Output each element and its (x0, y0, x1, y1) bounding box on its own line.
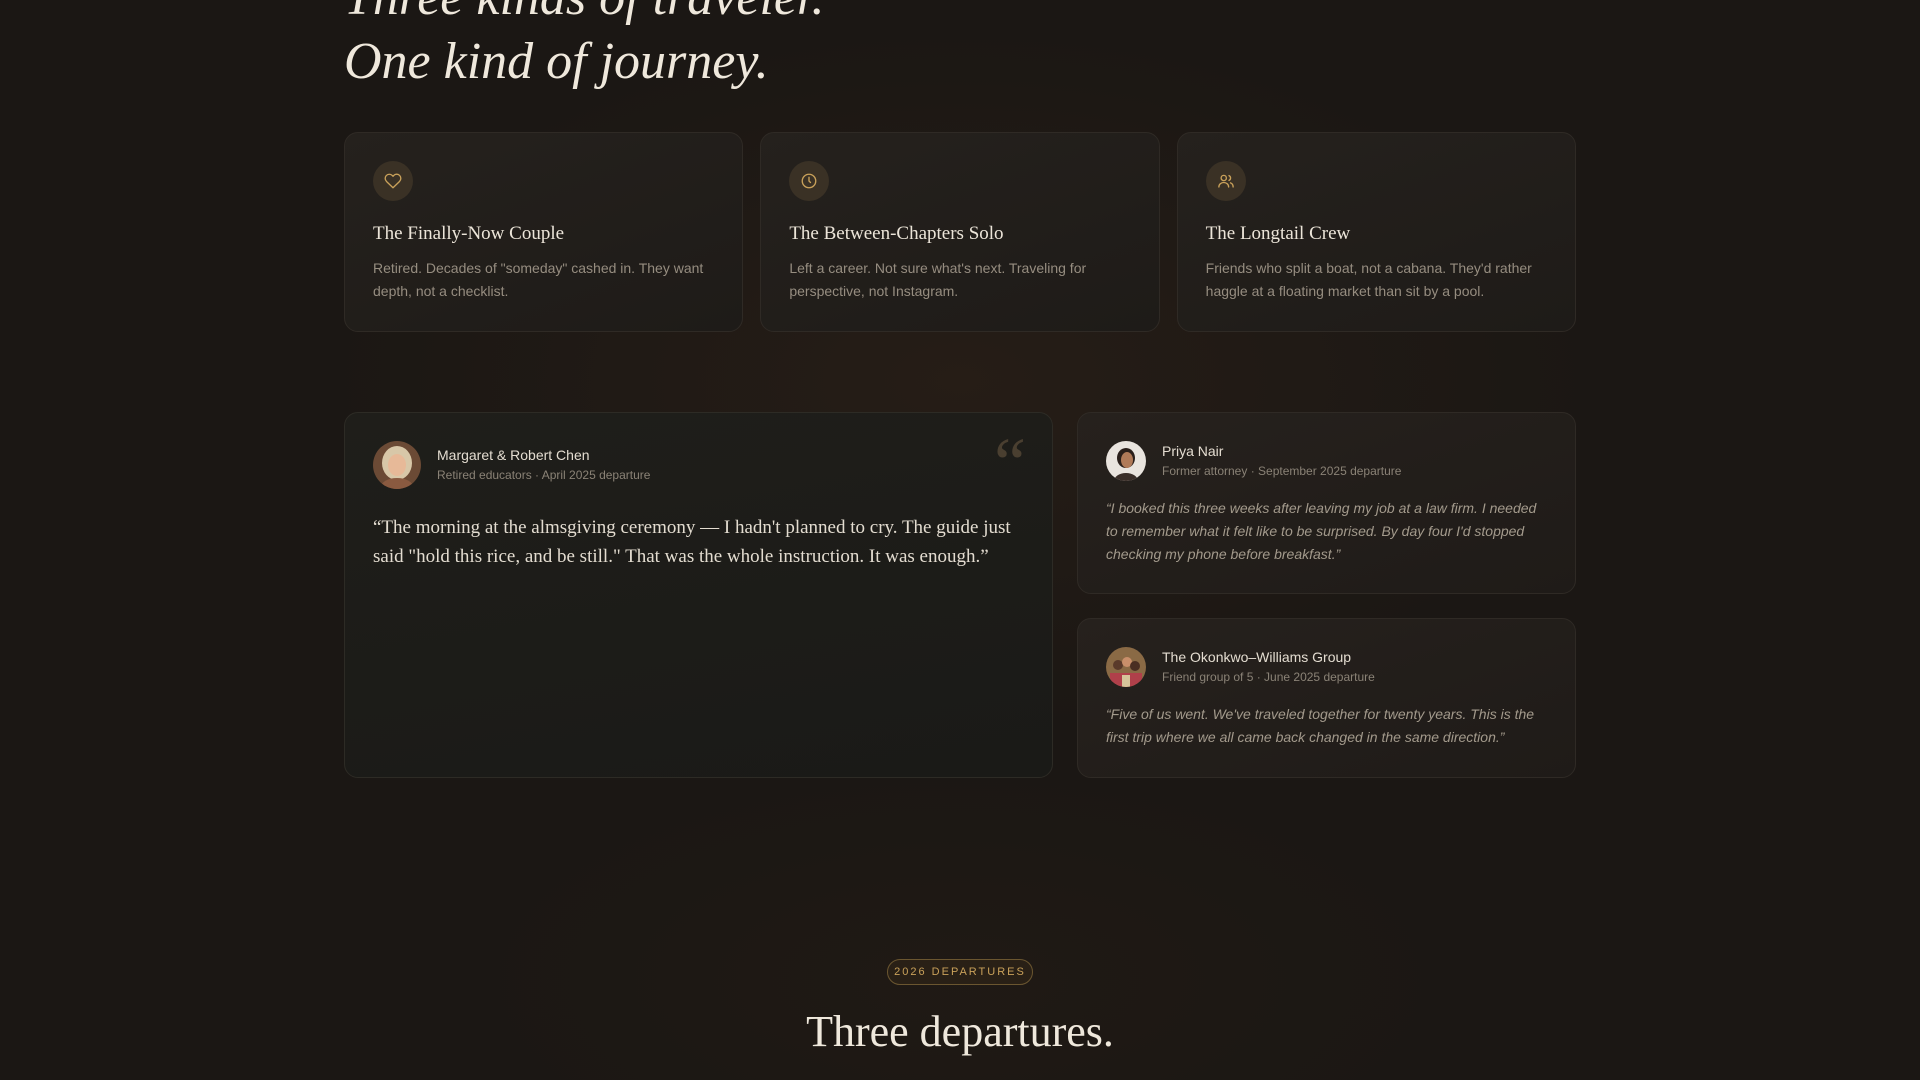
avatar (1106, 441, 1146, 481)
testimonial-author: Margaret & Robert Chen Retired educators… (373, 441, 1024, 489)
featured-quote: “The morning at the almsgiving ceremony … (373, 517, 1011, 567)
heart-icon (373, 161, 413, 201)
traveler-type-description: Left a career. Not sure what's next. Tra… (789, 260, 1087, 299)
testimonial-quote: “Five of us went. We've traveled togethe… (1106, 706, 1535, 745)
author-name: The Okonkwo–Williams Group (1162, 649, 1352, 665)
author-name: Margaret & Robert Chen (437, 447, 590, 463)
testimonial-quote: “I booked this three weeks after leaving… (1106, 500, 1537, 562)
hero-title: Three kinds of traveler. One kind of jou… (344, 0, 824, 94)
traveler-type-card: The Longtail Crew Friends who split a bo… (1176, 132, 1576, 332)
departures-badge: 2026 DEPARTURES (887, 959, 1033, 985)
traveler-type-title: The Finally-Now Couple (373, 223, 565, 244)
traveler-types: The Finally-Now Couple Retired. Decades … (344, 132, 1576, 332)
avatar (1106, 647, 1146, 687)
traveler-type-card: The Finally-Now Couple Retired. Decades … (344, 132, 744, 332)
traveler-type-description: Retired. Decades of "someday" cashed in.… (373, 260, 704, 299)
avatar (373, 441, 421, 489)
traveler-type-title: The Between-Chapters Solo (789, 223, 1004, 244)
testimonial-card: The Okonkwo–Williams Group Friend group … (1077, 618, 1576, 778)
traveler-type-card: The Between-Chapters Solo Left a career.… (760, 132, 1160, 332)
author-meta: Retired educators · April 2025 departure (437, 468, 651, 482)
quote-mark-icon: “ (994, 423, 1026, 503)
testimonial-author: The Okonkwo–Williams Group Friend group … (1106, 647, 1547, 687)
featured-testimonial-card: Margaret & Robert Chen Retired educators… (344, 412, 1053, 778)
author-meta: Former attorney · September 2025 departu… (1162, 464, 1402, 478)
traveler-type-title: The Longtail Crew (1205, 223, 1351, 244)
author-meta: Friend group of 5 · June 2025 departure (1162, 670, 1375, 684)
traveler-type-description: Friends who split a boat, not a cabana. … (1205, 260, 1532, 299)
departures-title: Three departures. (806, 1007, 1114, 1056)
hero-title-line2: One kind of journey. (344, 33, 769, 90)
testimonials: Margaret & Robert Chen Retired educators… (344, 412, 1576, 778)
testimonial-card: Priya Nair Former attorney · September 2… (1077, 412, 1576, 594)
hero-title-line1: Three kinds of traveler. (344, 0, 824, 30)
author-name: Priya Nair (1162, 443, 1224, 459)
clock-icon (789, 161, 830, 201)
users-icon (1205, 161, 1246, 201)
testimonial-author: Priya Nair Former attorney · September 2… (1106, 441, 1547, 481)
